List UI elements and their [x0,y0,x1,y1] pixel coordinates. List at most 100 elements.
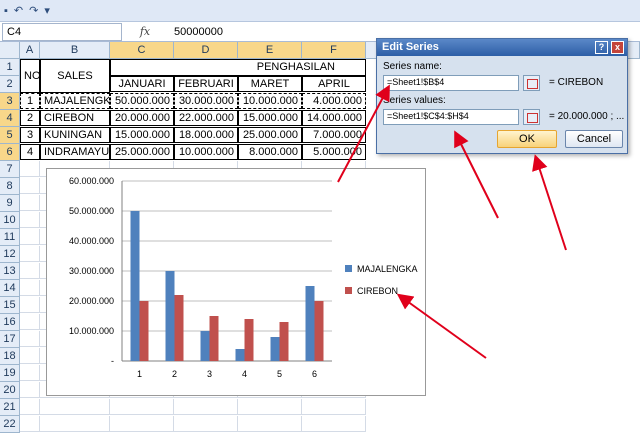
grid-cell[interactable] [20,297,40,313]
grid-cell[interactable] [20,246,40,262]
row-header[interactable]: 20 [0,382,20,399]
table-cell-value[interactable]: 10.000.000 [238,93,302,109]
table-cell-value[interactable]: 25.000.000 [110,144,174,160]
table-cell-value[interactable]: 4.000.000 [302,93,366,109]
undo-icon[interactable]: ↶ [14,4,23,17]
grid-cell[interactable] [302,399,366,415]
row-header[interactable]: 10 [0,212,20,229]
grid-cell[interactable] [20,212,40,228]
select-all-corner[interactable] [0,42,20,59]
grid-cell[interactable] [20,348,40,364]
row-header[interactable]: 7 [0,161,20,178]
grid-cell[interactable] [174,399,238,415]
grid-cell[interactable] [20,229,40,245]
table-cell-no[interactable]: 3 [20,127,40,143]
grid-cell[interactable] [20,263,40,279]
row-header[interactable]: 16 [0,314,20,331]
row-header[interactable]: 6 [0,144,20,161]
column-header[interactable]: E [238,42,302,59]
formula-input[interactable]: 50000000 [168,26,223,38]
table-cell-sales[interactable]: MAJALENGKA [40,93,110,109]
row-header[interactable]: 19 [0,365,20,382]
column-header[interactable]: C [110,42,174,59]
grid-cell[interactable] [302,416,366,432]
grid-cell[interactable] [20,280,40,296]
series-values-input[interactable]: =Sheet1!$C$4:$H$4 [383,109,519,125]
bar-chart[interactable]: 60.000.000 50.000.000 40.000.000 30.000.000… [46,168,426,396]
row-header[interactable]: 17 [0,331,20,348]
header-penghasilan: PENGHASILAN [110,59,366,76]
grid-cell[interactable] [20,382,40,398]
grid-cell[interactable] [40,416,110,432]
series-name-input[interactable]: =Sheet1!$B$4 [383,75,519,91]
customize-icon[interactable]: ▾ [44,4,50,17]
row-header[interactable]: 14 [0,280,20,297]
column-header[interactable]: A [20,42,40,59]
table-cell-sales[interactable]: CIREBON [40,110,110,126]
row-header[interactable]: 2 [0,76,20,93]
row-header[interactable]: 9 [0,195,20,212]
table-cell-value[interactable]: 18.000.000 [174,127,238,143]
column-header[interactable]: D [174,42,238,59]
row-header[interactable]: 5 [0,127,20,144]
cancel-button[interactable]: Cancel [565,130,623,148]
column-header[interactable]: F [302,42,366,59]
grid-cell[interactable] [238,416,302,432]
row-header[interactable]: 3 [0,93,20,110]
grid-cell[interactable] [20,314,40,330]
table-cell-sales[interactable]: KUNINGAN [40,127,110,143]
row-header[interactable]: 8 [0,178,20,195]
table-cell-value[interactable]: 25.000.000 [238,127,302,143]
column-header[interactable]: B [40,42,110,59]
row-header[interactable]: 4 [0,110,20,127]
table-cell-value[interactable]: 50.000.000 [110,93,174,109]
table-cell-value[interactable]: 30.000.000 [174,93,238,109]
help-button[interactable]: ? [595,41,608,54]
grid-cell[interactable] [20,399,40,415]
grid-cell[interactable] [20,331,40,347]
close-button[interactable]: x [611,41,624,54]
grid-cell[interactable] [40,399,110,415]
row-header[interactable]: 22 [0,416,20,433]
grid-cell[interactable] [20,161,40,177]
table-cell-value[interactable]: 5.000.000 [302,144,366,160]
row-header[interactable]: 18 [0,348,20,365]
row-header[interactable]: 11 [0,229,20,246]
row-header[interactable]: 1 [0,59,20,76]
table-cell-no[interactable]: 2 [20,110,40,126]
redo-icon[interactable]: ↷ [29,4,38,17]
table-cell-no[interactable]: 4 [20,144,40,160]
table-cell-value[interactable]: 22.000.000 [174,110,238,126]
table-cell-value[interactable]: 10.000.000 [174,144,238,160]
ok-button[interactable]: OK [497,130,557,148]
grid-cell[interactable] [20,365,40,381]
grid-cell[interactable] [238,399,302,415]
grid-cell[interactable] [174,416,238,432]
fx-icon[interactable]: fx [122,25,168,38]
table-cell-sales[interactable]: INDRAMAYU [40,144,110,160]
row-header[interactable]: 21 [0,399,20,416]
bar-majalengka [165,271,175,361]
grid-cell[interactable] [110,416,174,432]
grid-cell[interactable] [20,178,40,194]
grid-cell[interactable] [20,416,40,432]
row-header[interactable]: 15 [0,297,20,314]
table-cell-value[interactable]: 20.000.000 [110,110,174,126]
table-cell-value[interactable]: 15.000.000 [110,127,174,143]
bar-majalengka [235,349,245,361]
x-tick-label: 5 [277,369,282,379]
table-cell-value[interactable]: 8.000.000 [238,144,302,160]
table-cell-value[interactable]: 14.000.000 [302,110,366,126]
row-header[interactable]: 12 [0,246,20,263]
bar-cirebon [244,319,254,361]
row-header[interactable]: 13 [0,263,20,280]
table-cell-value[interactable]: 7.000.000 [302,127,366,143]
name-box[interactable]: C4 [2,22,122,41]
grid-cell[interactable] [20,195,40,211]
collapse-dialog-icon[interactable] [523,109,540,125]
collapse-dialog-icon[interactable] [523,75,540,91]
table-cell-value[interactable]: 15.000.000 [238,110,302,126]
save-icon[interactable]: ▪ [4,5,8,17]
table-cell-no[interactable]: 1 [20,93,40,109]
grid-cell[interactable] [110,399,174,415]
